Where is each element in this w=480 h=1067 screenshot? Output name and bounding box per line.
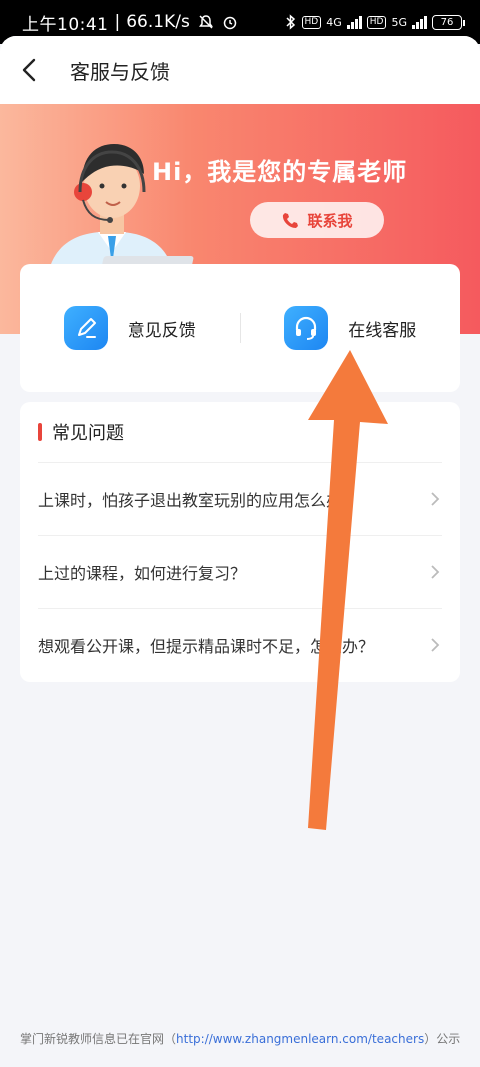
faq-item[interactable]: 想观看公开课，但提示精品课时不足，怎么办？ bbox=[38, 608, 442, 681]
service-actions-card: 意见反馈 在线客服 bbox=[20, 264, 460, 392]
alarm-icon bbox=[223, 16, 237, 30]
teachers-link[interactable]: http://www.zhangmenlearn.com/teachers bbox=[176, 1032, 424, 1046]
faq-title: 常见问题 bbox=[52, 423, 124, 444]
headset-icon bbox=[284, 306, 329, 350]
faq-question: 想观看公开课，但提示精品课时不足，怎么办？ bbox=[38, 637, 375, 656]
hd-badge: HD bbox=[301, 15, 322, 29]
back-button[interactable] bbox=[4, 45, 54, 95]
section-marker bbox=[38, 423, 42, 441]
faq-question: 上过的课程，如何进行复习？ bbox=[38, 564, 247, 583]
greeting-text: Hi，我是您的专属老师 bbox=[152, 158, 408, 186]
phone-icon bbox=[283, 213, 299, 228]
chevron-right-icon bbox=[431, 492, 440, 506]
contact-me-button[interactable]: 联系我 bbox=[250, 202, 384, 238]
footer-notice: 掌门新锐教师信息已在官网（http://www.zhangmenlearn.co… bbox=[20, 1032, 461, 1046]
feedback-label: 意见反馈 bbox=[127, 320, 196, 341]
faq-header: 常见问题 bbox=[20, 402, 460, 462]
mute-bell-icon bbox=[198, 15, 213, 29]
network-speed: 66.1K/s bbox=[126, 12, 190, 32]
faq-card: 常见问题 上课时，怕孩子退出教室玩别的应用怎么办？ 上过的课程，如何进行复习？ … bbox=[20, 402, 460, 682]
battery-icon: 76 bbox=[432, 14, 465, 30]
bluetooth-icon bbox=[286, 14, 295, 30]
faq-question: 上课时，怕孩子退出教室玩别的应用怎么办？ bbox=[38, 491, 359, 510]
signal-icon bbox=[346, 15, 362, 29]
nav-bar: 客服与反馈 bbox=[0, 36, 480, 104]
signal-icon-2 bbox=[412, 15, 427, 29]
chevron-right-icon bbox=[431, 565, 440, 579]
status-time: 上午10:41 bbox=[22, 14, 109, 35]
pencil-icon bbox=[63, 306, 108, 350]
network-type-2: 5G bbox=[391, 15, 407, 29]
app-screen: 客服与反馈 Hi，我是您的专属老师 联系我 意见反馈 在线客服 常见问题 上课时… bbox=[0, 36, 480, 1067]
contact-me-label: 联系我 bbox=[307, 211, 353, 230]
hd-badge-2: HD bbox=[366, 15, 387, 29]
online-service-button[interactable]: 在线客服 bbox=[241, 264, 461, 392]
page-title: 客服与反馈 bbox=[70, 59, 170, 84]
chevron-right-icon bbox=[431, 638, 440, 652]
network-type: 4G bbox=[326, 15, 342, 29]
feedback-button[interactable]: 意见反馈 bbox=[20, 264, 240, 392]
online-service-label: 在线客服 bbox=[348, 320, 417, 341]
faq-item[interactable]: 上课时，怕孩子退出教室玩别的应用怎么办？ bbox=[38, 462, 442, 535]
chevron-left-icon bbox=[22, 58, 36, 82]
faq-item[interactable]: 上过的课程，如何进行复习？ bbox=[38, 535, 442, 608]
